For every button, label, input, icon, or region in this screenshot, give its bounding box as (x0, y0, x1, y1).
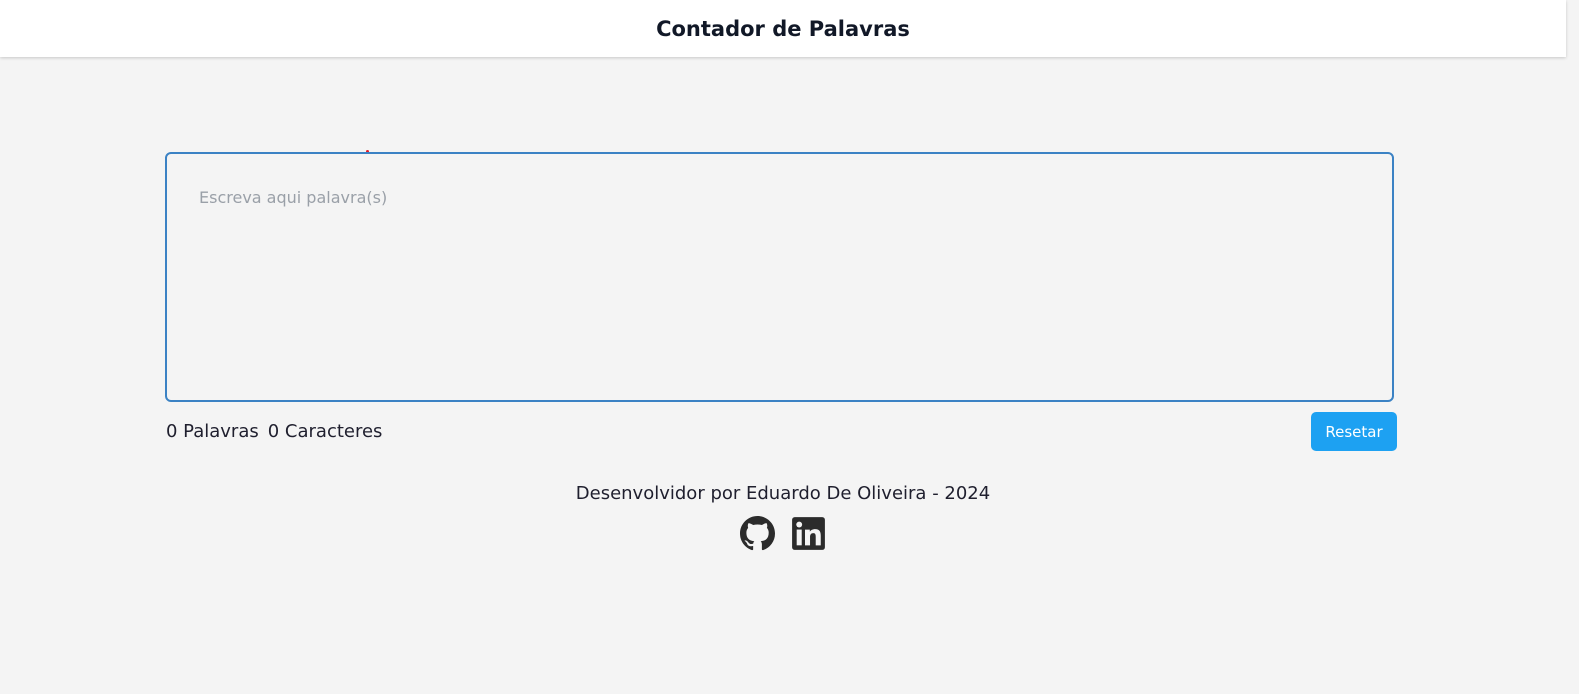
github-link[interactable] (740, 516, 775, 551)
social-links (0, 516, 1566, 551)
stats-bar: 0 Palavras 0 Caracteres (166, 421, 382, 442)
character-count: 0 Caracteres (267, 421, 383, 442)
linkedin-link[interactable] (791, 516, 826, 551)
github-icon (740, 516, 775, 551)
app-header: Contador de Palavras (0, 0, 1566, 57)
text-input[interactable] (165, 152, 1394, 402)
footer-credit: Desenvolvidor por Eduardo De Oliveira - … (575, 483, 991, 504)
word-count: 0 Palavras (166, 421, 259, 442)
page-title: Contador de Palavras (656, 16, 910, 41)
linkedin-icon (792, 517, 825, 550)
reset-button[interactable]: Resetar (1311, 412, 1397, 451)
footer: Desenvolvidor por Eduardo De Oliveira - … (0, 483, 1566, 551)
